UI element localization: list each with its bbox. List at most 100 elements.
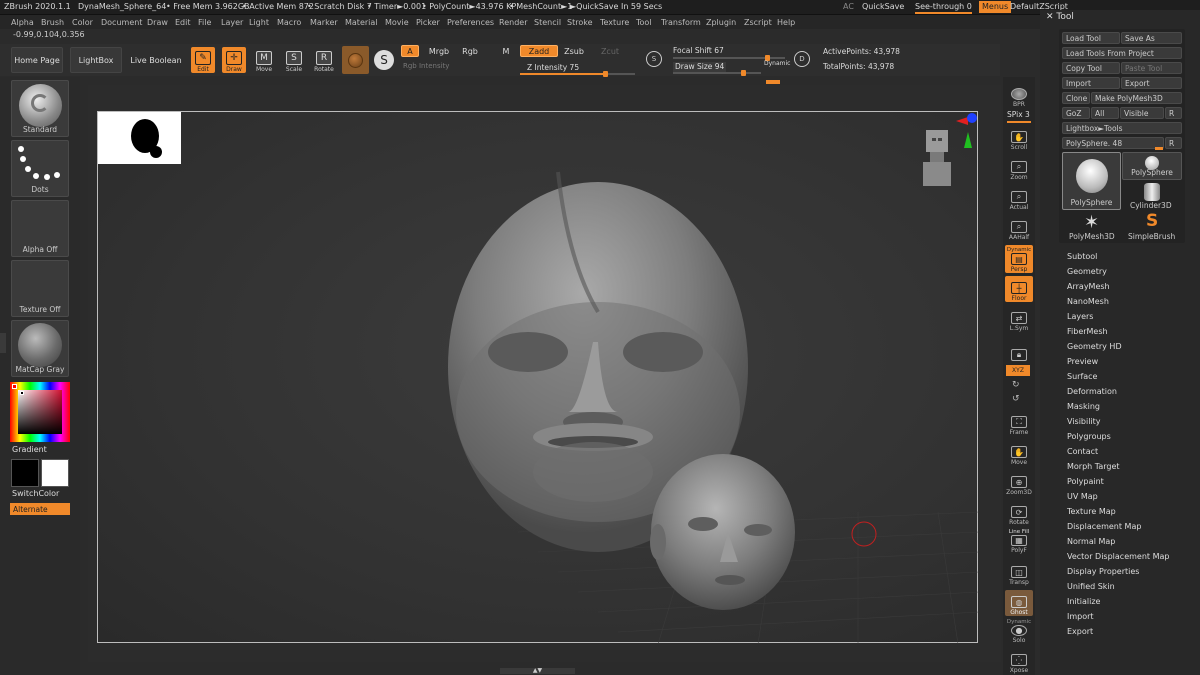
menu-item-texture[interactable]: Texture [600,18,629,27]
polysphere-r-button[interactable]: R [1165,137,1182,149]
save-as-button[interactable]: Save As [1121,32,1182,44]
alternate-button[interactable]: Alternate [10,503,70,515]
tool-section-displacement-map[interactable]: Displacement Map [1067,523,1141,531]
menus-button[interactable]: Menus [979,1,1012,13]
focal-shift-slider[interactable]: Focal Shift 67 [673,47,724,55]
polysphere-slider[interactable]: PolySphere. 48 [1062,137,1164,149]
tool-section-subtool[interactable]: Subtool [1067,253,1097,261]
import-button[interactable]: Import [1062,77,1120,89]
stroke-icon[interactable]: S [374,50,394,70]
material-tile[interactable]: MatCap Gray [11,320,69,377]
document-canvas[interactable] [97,111,979,644]
tool-section-arraymesh[interactable]: ArrayMesh [1067,283,1110,291]
brush-curve-icon[interactable]: S [646,51,662,67]
make-polymesh3d-button[interactable]: Make PolyMesh3D [1091,92,1182,104]
actual-button[interactable]: ⌕ Actual [1005,185,1033,211]
tool-section-fibermesh[interactable]: FiberMesh [1067,328,1108,336]
copy-tool-button[interactable]: Copy Tool [1062,62,1120,74]
tool-section-preview[interactable]: Preview [1067,358,1098,366]
menu-item-color[interactable]: Color [72,18,93,27]
quicksave-button[interactable]: QuickSave [862,3,904,11]
rotate-y-icon[interactable]: ↻ [1012,380,1020,390]
bottom-expand-handle[interactable]: ▲▼ [500,668,575,674]
gradient-label[interactable]: Gradient [12,446,47,454]
floor-button[interactable]: ┼ Floor [1005,276,1033,302]
m-button[interactable]: M [498,45,514,57]
goz-visible-button[interactable]: Visible [1120,107,1164,119]
xpose-button[interactable]: ⁛ Xpose [1005,650,1033,674]
lsym-button[interactable]: ⇄ L.Sym [1005,306,1033,332]
tool-section-initialize[interactable]: Initialize [1067,598,1100,606]
tool-section-morph-target[interactable]: Morph Target [1067,463,1120,471]
zcut-button[interactable]: Zcut [598,45,622,57]
bpr-button[interactable]: BPR [1005,82,1033,108]
goz-all-button[interactable]: All [1091,107,1119,119]
lightbox-tools-button[interactable]: Lightbox►Tools [1062,122,1182,134]
menu-item-file[interactable]: File [198,18,211,27]
z-intensity-track[interactable] [520,71,635,77]
tool-thumb-polysphere[interactable]: PolySphere [1122,152,1182,180]
menu-item-render[interactable]: Render [499,18,527,27]
a-toggle[interactable]: A [401,45,419,57]
zoom3d-button[interactable]: ⊕ Zoom3D [1005,470,1033,496]
menu-item-stroke[interactable]: Stroke [567,18,593,27]
menu-item-stencil[interactable]: Stencil [534,18,561,27]
menu-item-document[interactable]: Document [101,18,142,27]
aahalf-button[interactable]: ⌕ AAHalf [1005,215,1033,241]
menu-item-brush[interactable]: Brush [41,18,64,27]
tool-section-polygroups[interactable]: Polygroups [1067,433,1111,441]
goz-button[interactable]: GoZ [1062,107,1090,119]
tool-section-import[interactable]: Import [1067,613,1094,621]
tool-section-geometry-hd[interactable]: Geometry HD [1067,343,1122,351]
rotate-z-icon[interactable]: ↺ [1012,394,1020,404]
clone-button[interactable]: Clone [1062,92,1090,104]
menu-item-zscript[interactable]: Zscript [744,18,772,27]
tool-section-vector-displacement-map[interactable]: Vector Displacement Map [1067,553,1169,561]
tool-section-visibility[interactable]: Visibility [1067,418,1101,426]
material-swatch[interactable] [342,46,369,74]
tool-thumb-cylinder3d[interactable]: Cylinder3D [1122,181,1182,211]
menu-item-transform[interactable]: Transform [661,18,701,27]
menu-item-layer[interactable]: Layer [221,18,243,27]
tool-section-uv-map[interactable]: UV Map [1067,493,1098,501]
move-view-button[interactable]: ✋ Move [1005,440,1033,466]
draw-mode-button[interactable]: ✛ Draw [222,47,246,73]
draw-size-icon[interactable]: D [794,51,810,67]
switch-color-button[interactable]: SwitchColor [12,490,59,498]
main-color-swatch[interactable] [11,459,39,487]
color-picker[interactable] [10,382,70,442]
frame-button[interactable]: ⛶ Frame [1005,410,1033,436]
tool-section-layers[interactable]: Layers [1067,313,1093,321]
menu-item-tool[interactable]: Tool [636,18,652,27]
xyz-rotate-button[interactable]: XYZ [1006,365,1030,376]
load-tools-from-project-button[interactable]: Load Tools From Project [1062,47,1182,59]
rotate-view-button[interactable]: ⟳ Rotate [1005,500,1033,526]
left-collapse-handle[interactable] [0,333,6,353]
close-icon[interactable]: ✕ [1046,12,1056,22]
lightbox-button[interactable]: LightBox [70,47,122,73]
edit-mode-button[interactable]: ✎ Edit [191,47,215,73]
menu-item-marker[interactable]: Marker [310,18,338,27]
tool-section-export[interactable]: Export [1067,628,1093,636]
focal-shift-track[interactable] [673,55,785,61]
tool-section-display-properties[interactable]: Display Properties [1067,568,1139,576]
menu-item-preferences[interactable]: Preferences [447,18,494,27]
texture-tile[interactable]: Texture Off [11,260,69,317]
zadd-button[interactable]: Zadd [520,45,558,57]
z-intensity-slider[interactable]: Z Intensity 75 [527,64,579,72]
secondary-color-swatch[interactable] [41,459,69,487]
menu-item-alpha[interactable]: Alpha [11,18,34,27]
polyf-button[interactable]: Line Fill ▦ PolyF [1005,529,1033,554]
menu-item-movie[interactable]: Movie [385,18,409,27]
menu-item-material[interactable]: Material [345,18,378,27]
move-mode-button[interactable]: M Move [252,47,276,73]
load-tool-button[interactable]: Load Tool [1062,32,1120,44]
tool-thumb-simplebrush[interactable]: S SimpleBrush [1122,211,1182,242]
tool-section-texture-map[interactable]: Texture Map [1067,508,1116,516]
see-through-slider[interactable]: See-through 0 [915,3,972,14]
scale-mode-button[interactable]: S Scale [282,47,306,73]
transp-button[interactable]: ◫ Transp [1005,560,1033,586]
tool-section-contact[interactable]: Contact [1067,448,1098,456]
brush-standard-tile[interactable]: Standard [11,80,69,137]
lock-button[interactable]: 🔒︎ [1005,336,1033,362]
